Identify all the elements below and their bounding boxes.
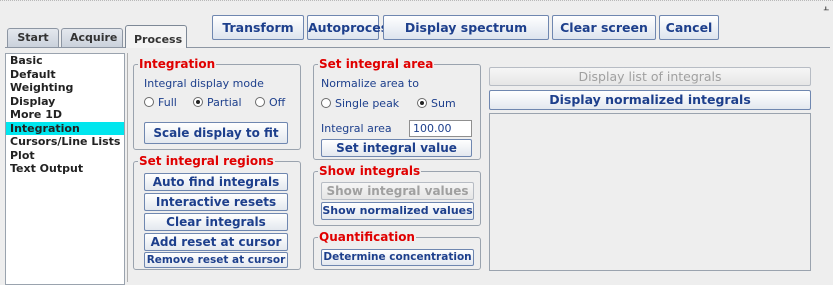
add-reset-at-cursor-button[interactable]: Add reset at cursor: [144, 233, 288, 251]
show-normalized-values-button[interactable]: Show normalized values: [321, 202, 474, 220]
radio-off-label: Off: [269, 96, 286, 109]
radio-single-peak[interactable]: Single peak: [321, 97, 399, 110]
set-integral-value-button[interactable]: Set integral value: [321, 139, 472, 157]
auto-find-integrals-button[interactable]: Auto find integrals: [144, 173, 288, 191]
tab-acquire[interactable]: Acquire: [61, 28, 123, 48]
quantification-group: Quantification Determine concentration: [313, 230, 481, 270]
display-list-of-integrals-button[interactable]: Display list of integrals: [489, 67, 811, 86]
tab-process[interactable]: Process: [125, 25, 187, 48]
nav-item-plot[interactable]: Plot: [6, 149, 124, 163]
nav-item-integration[interactable]: Integration: [6, 121, 124, 135]
show-integrals-group: Show integrals Show integral values Show…: [313, 164, 481, 226]
nav-item-more-1d[interactable]: More 1D: [6, 108, 124, 122]
nav-item-display[interactable]: Display: [6, 95, 124, 109]
clear-screen-button[interactable]: Clear screen: [552, 15, 656, 40]
normalize-area-label: Normalize area to: [321, 77, 419, 90]
scale-display-to-fit-button[interactable]: Scale display to fit: [144, 122, 288, 144]
radio-partial-label: Partial: [207, 96, 242, 109]
radio-full-dot: [144, 97, 154, 107]
show-integrals-title: Show integrals: [318, 164, 422, 178]
clear-integrals-button[interactable]: Clear integrals: [144, 213, 288, 231]
top-dotted-strip: [0, 0, 833, 6]
tab-process-label: Process: [134, 33, 183, 46]
display-normalized-integrals-button[interactable]: Display normalized integrals: [489, 90, 811, 110]
nav-item-text-output[interactable]: Text Output: [6, 162, 124, 176]
radio-single-peak-label: Single peak: [335, 97, 400, 110]
integral-regions-title: Set integral regions: [138, 154, 275, 168]
integral-regions-group: Set integral regions Auto find integrals…: [133, 154, 301, 270]
radio-off-dot: [255, 97, 265, 107]
pin-icon[interactable]: ⫠: [823, 3, 829, 13]
radio-full-label: Full: [158, 96, 177, 109]
panel-divider: [127, 53, 128, 282]
tab-start[interactable]: Start: [7, 28, 59, 48]
determine-concentration-button[interactable]: Determine concentration: [321, 249, 474, 266]
tab-start-label: Start: [17, 31, 49, 44]
cancel-button[interactable]: Cancel: [659, 15, 719, 40]
integration-title: Integration: [138, 57, 217, 71]
quantification-title: Quantification: [318, 230, 416, 244]
integrals-list-area: [489, 113, 811, 271]
transform-button[interactable]: Transform: [212, 15, 304, 40]
autoprocess-button[interactable]: Autoprocess: [307, 15, 396, 40]
nav-item-basic[interactable]: Basic: [6, 54, 124, 68]
radio-sum[interactable]: Sum: [417, 97, 456, 110]
integral-area-label: Integral area: [321, 122, 392, 135]
radio-off[interactable]: Off: [255, 96, 285, 109]
radio-single-peak-dot: [321, 98, 331, 108]
remove-reset-at-cursor-button[interactable]: Remove reset at cursor: [144, 252, 288, 268]
nav-item-default[interactable]: Default: [6, 68, 124, 82]
integral-area-group: Set integral area Normalize area to Sing…: [313, 57, 481, 160]
integration-group: Integration Integral display mode Full P…: [133, 57, 301, 150]
integral-area-input[interactable]: 100.00: [409, 120, 472, 137]
nav-item-weighting[interactable]: Weighting: [6, 81, 124, 95]
interactive-resets-button[interactable]: Interactive resets: [144, 193, 288, 211]
tab-acquire-label: Acquire: [70, 31, 118, 44]
radio-full[interactable]: Full: [144, 96, 177, 109]
section-list: Basic Default Weighting Display More 1D …: [5, 53, 125, 285]
integral-display-mode-label: Integral display mode: [144, 77, 264, 90]
display-spectrum-button[interactable]: Display spectrum: [383, 15, 549, 40]
nav-item-cursors-line-lists[interactable]: Cursors/Line Lists: [6, 135, 124, 149]
radio-sum-dot: [417, 98, 427, 108]
radio-partial[interactable]: Partial: [193, 96, 242, 109]
show-integral-values-button[interactable]: Show integral values: [321, 182, 474, 200]
integral-area-title: Set integral area: [318, 57, 435, 71]
radio-sum-label: Sum: [431, 97, 456, 110]
radio-partial-dot: [193, 97, 203, 107]
